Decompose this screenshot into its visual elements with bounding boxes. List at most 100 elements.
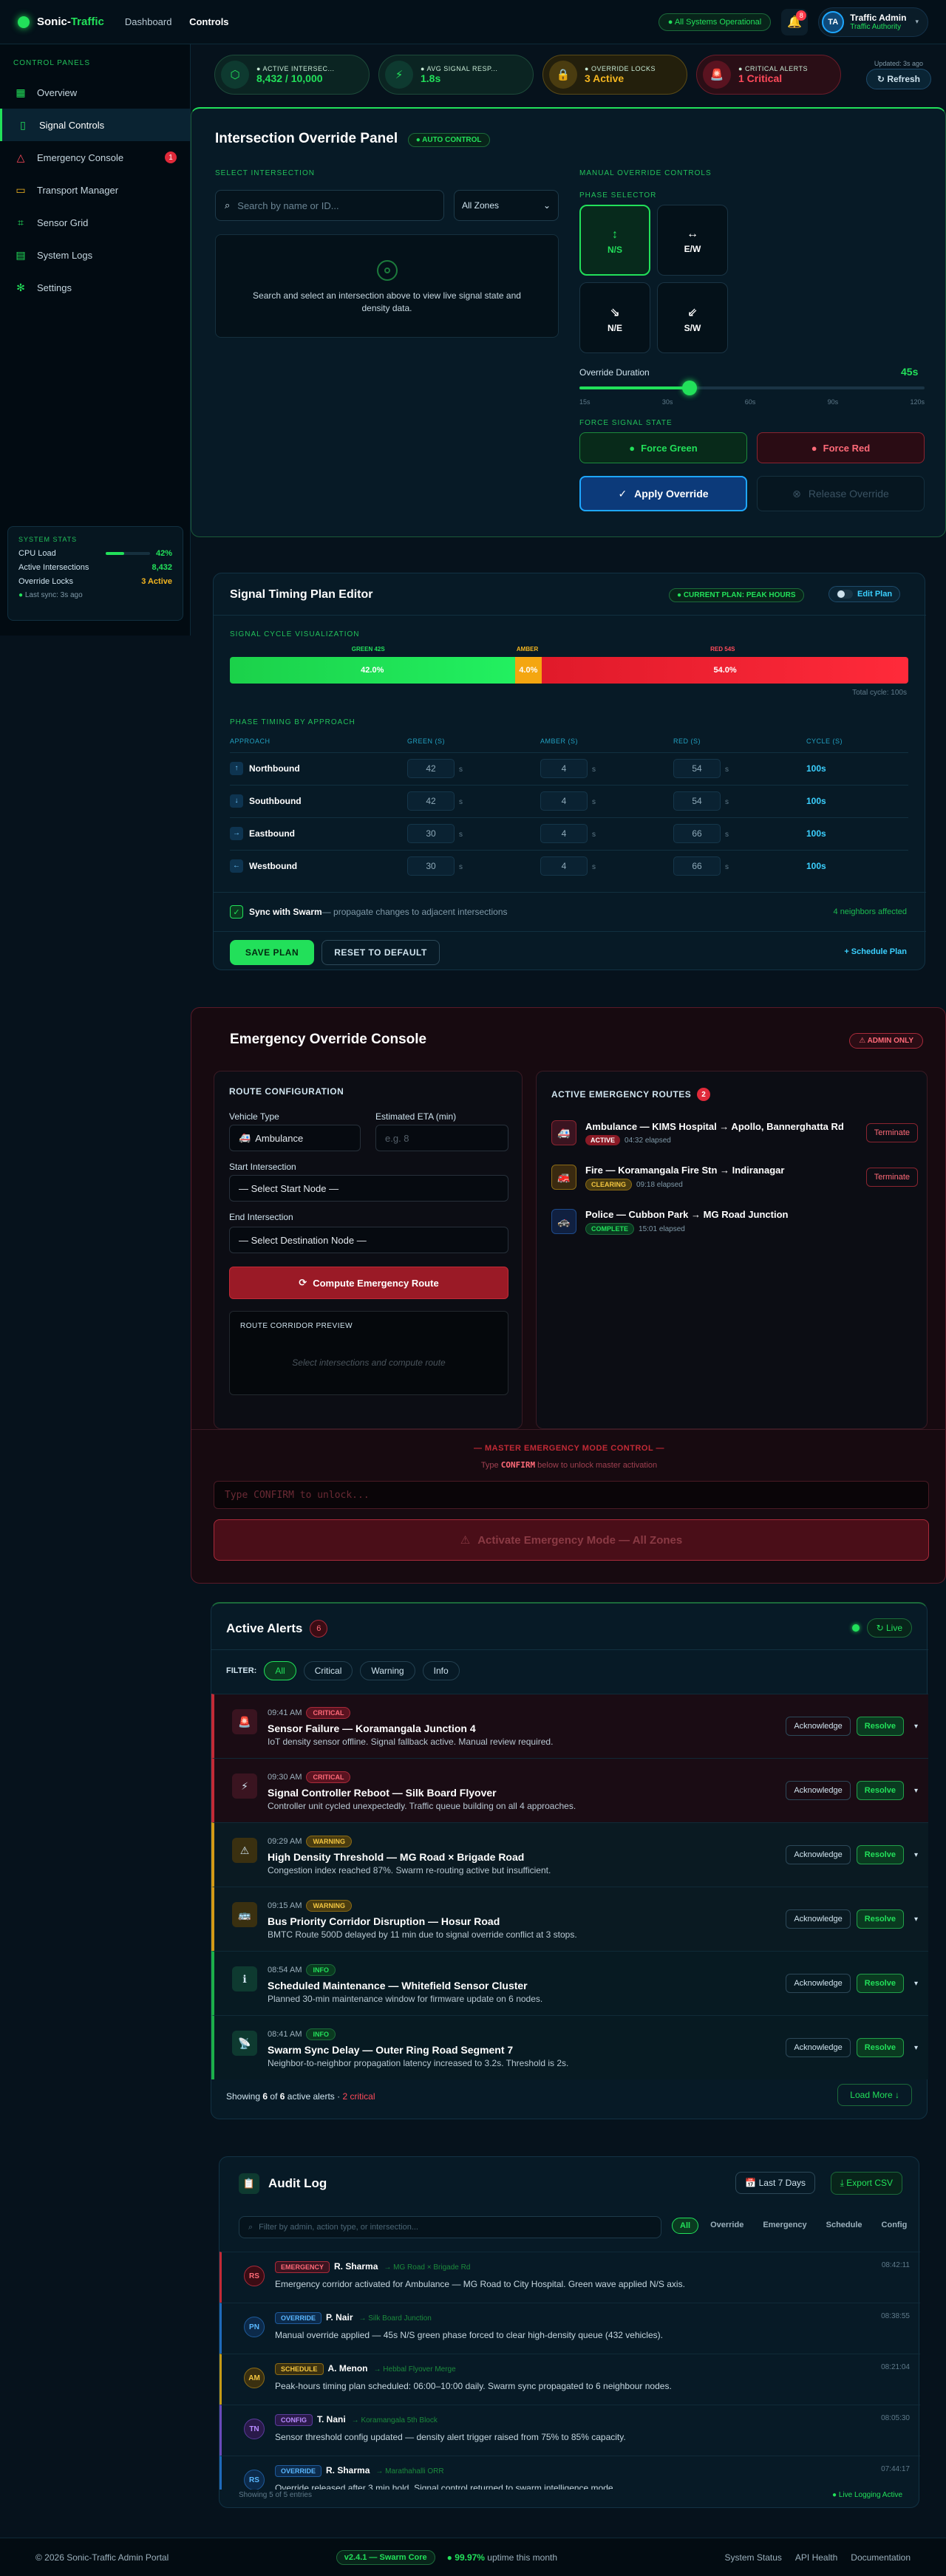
user-menu[interactable]: TA Traffic Admin Traffic Authority ▾ bbox=[818, 7, 928, 37]
chevron-down-icon[interactable]: ▾ bbox=[914, 1915, 918, 1924]
vehicle-type-select[interactable]: 🚑 Ambulance bbox=[229, 1125, 361, 1151]
stat-value: 3 Active bbox=[585, 72, 625, 84]
neighbors-affected: 4 neighbors affected bbox=[833, 907, 907, 916]
terminate-route-button[interactable]: Terminate bbox=[865, 1168, 918, 1187]
stat-override-locks[interactable]: 🔒 ● OVERRIDE LOCKS 3 Active bbox=[542, 55, 687, 95]
brand-name[interactable]: Sonic-Traffic bbox=[37, 16, 104, 28]
filter-warning[interactable]: Warning bbox=[360, 1661, 415, 1680]
filter-critical[interactable]: Critical bbox=[303, 1661, 353, 1680]
start-intersection-select[interactable]: — Select Start Node — bbox=[229, 1175, 508, 1202]
footer-link-documentation[interactable]: Documentation bbox=[851, 2552, 911, 2563]
stat-active-intersections[interactable]: ⬡ ● ACTIVE INTERSEC... 8,432 / 10,000 bbox=[214, 55, 370, 95]
duration-slider[interactable] bbox=[579, 381, 925, 395]
admin-only-badge: ⚠ ADMIN ONLY bbox=[849, 1033, 923, 1049]
force-green-button[interactable]: ● Force Green bbox=[579, 432, 747, 463]
sync-swarm-checkbox[interactable]: ✓ bbox=[230, 905, 243, 919]
acknowledge-button[interactable]: Acknowledge bbox=[786, 1717, 851, 1736]
sidebar-item-sensor-grid[interactable]: ⌗ Sensor Grid bbox=[0, 206, 190, 239]
refresh-button[interactable]: ↻ Refresh bbox=[865, 69, 931, 89]
acknowledge-button[interactable]: Acknowledge bbox=[786, 1974, 851, 1993]
warning-icon: ⚠ bbox=[232, 1838, 257, 1863]
apply-override-button[interactable]: ✓ Apply Override bbox=[579, 476, 747, 511]
timing-row: ↓ Southbound 42 s 4 s 54 s 100s bbox=[230, 785, 908, 816]
notifications-button[interactable]: 🔔 8 bbox=[781, 8, 809, 35]
emergency-route-item: 🚓 Police — Cubbon Park → MG Road Junctio… bbox=[551, 1204, 918, 1238]
audit-type-badge: OVERRIDE bbox=[275, 2465, 322, 2477]
amber-seconds-input[interactable]: 4 bbox=[540, 856, 588, 876]
amber-label: AMBER bbox=[516, 646, 539, 652]
severity-badge: CRITICAL bbox=[306, 1707, 351, 1719]
phase-sw-button[interactable]: ⇙ S/W bbox=[657, 282, 728, 353]
confirm-input[interactable]: Type CONFIRM to unlock... bbox=[214, 1481, 929, 1509]
nav-dashboard[interactable]: Dashboard bbox=[125, 16, 172, 27]
amber-seconds-input[interactable]: 4 bbox=[540, 791, 588, 811]
chevron-down-icon[interactable]: ▾ bbox=[914, 2044, 918, 2052]
audit-user: A. Menon bbox=[327, 2363, 368, 2374]
edit-plan-toggle[interactable]: Edit Plan bbox=[828, 586, 901, 602]
sidebar-item-transport-manager[interactable]: ▭ Transport Manager bbox=[0, 174, 190, 206]
phase-ns-button[interactable]: ↕ N/S bbox=[579, 205, 650, 276]
red-seconds-input[interactable]: 66 bbox=[673, 823, 721, 843]
total-cycle: Total cycle: 100s bbox=[852, 689, 907, 697]
alert-description: Congestion index reached 87%. Swarm re-r… bbox=[268, 1865, 551, 1875]
chevron-down-icon[interactable]: ▾ bbox=[914, 1980, 918, 1988]
green-seconds-input[interactable]: 42 bbox=[407, 758, 455, 778]
red-seconds-input[interactable]: 54 bbox=[673, 758, 721, 778]
red-seconds-input[interactable]: 66 bbox=[673, 856, 721, 876]
acknowledge-button[interactable]: Acknowledge bbox=[786, 1909, 851, 1929]
compute-route-button[interactable]: ⟳ Compute Emergency Route bbox=[229, 1267, 508, 1299]
acknowledge-button[interactable]: Acknowledge bbox=[786, 2038, 851, 2057]
resolve-button[interactable]: Resolve bbox=[856, 1909, 904, 1929]
amber-seconds-input[interactable]: 4 bbox=[540, 823, 588, 843]
red-seconds-input[interactable]: 54 bbox=[673, 791, 721, 811]
green-seconds-input[interactable]: 42 bbox=[407, 791, 455, 811]
phase-ew-button[interactable]: ↔ E/W bbox=[657, 205, 728, 276]
phase-ne-button[interactable]: ⇘ N/E bbox=[579, 282, 650, 353]
sidebar-item-system-logs[interactable]: ▤ System Logs bbox=[0, 239, 190, 271]
chevron-down-icon[interactable]: ▾ bbox=[914, 1851, 918, 1859]
green-seconds-input[interactable]: 30 bbox=[407, 823, 455, 843]
filter-all[interactable]: All bbox=[264, 1661, 296, 1680]
save-plan-button[interactable]: SAVE PLAN bbox=[230, 940, 314, 965]
resolve-button[interactable]: Resolve bbox=[856, 1845, 904, 1864]
green-seconds-input[interactable]: 30 bbox=[407, 856, 455, 876]
cycle-total: 100s bbox=[806, 763, 826, 774]
sidebar-item-emergency-console[interactable]: △ Emergency Console 1 bbox=[0, 141, 190, 174]
sidebar-item-settings[interactable]: ✻ Settings bbox=[0, 271, 190, 304]
schedule-plan-link[interactable]: + Schedule Plan bbox=[844, 947, 907, 956]
activate-emergency-button[interactable]: ⚠ Activate Emergency Mode — All Zones bbox=[214, 1519, 929, 1561]
zone-select[interactable]: All Zones ⌄ bbox=[454, 190, 559, 221]
resolve-button[interactable]: Resolve bbox=[856, 1717, 904, 1736]
amber-seconds-input[interactable]: 4 bbox=[540, 758, 588, 778]
nav-controls[interactable]: Controls bbox=[189, 16, 228, 27]
reset-default-button[interactable]: RESET TO DEFAULT bbox=[321, 940, 440, 965]
footer-link-system-status[interactable]: System Status bbox=[725, 2552, 782, 2563]
stat-critical-alerts[interactable]: 🚨 ● CRITICAL ALERTS 1 Critical bbox=[696, 55, 841, 95]
resolve-button[interactable]: Resolve bbox=[856, 1974, 904, 1993]
end-intersection-select[interactable]: — Select Destination Node — bbox=[229, 1227, 508, 1253]
terminate-route-button[interactable]: Terminate bbox=[865, 1123, 918, 1142]
force-red-button[interactable]: ● Force Red bbox=[757, 432, 925, 463]
live-button[interactable]: ↻ Live bbox=[866, 1618, 912, 1638]
alert-title: High Density Threshold — MG Road × Briga… bbox=[268, 1851, 525, 1863]
filter-info[interactable]: Info bbox=[422, 1661, 460, 1680]
acknowledge-button[interactable]: Acknowledge bbox=[786, 1781, 851, 1800]
sidebar-item-signal-controls[interactable]: ▯ Signal Controls bbox=[0, 109, 190, 141]
resolve-button[interactable]: Resolve bbox=[856, 1781, 904, 1800]
red-segment: 54.0% bbox=[542, 657, 908, 684]
acknowledge-button[interactable]: Acknowledge bbox=[786, 1845, 851, 1864]
alert-description: Controller unit cycled unexpectedly. Tra… bbox=[268, 1801, 576, 1811]
sidebar-item-label: Sensor Grid bbox=[37, 217, 89, 228]
eta-input[interactable]: e.g. 8 bbox=[375, 1125, 508, 1151]
sidebar-item-overview[interactable]: ▦ Overview bbox=[0, 76, 190, 109]
release-override-button[interactable]: ⊗ Release Override bbox=[757, 476, 925, 511]
load-more-button[interactable]: Load More ↓ bbox=[837, 2084, 912, 2106]
audit-time: 08:42:11 bbox=[881, 2261, 910, 2269]
stat-avg-signal[interactable]: ⚡ ● AVG SIGNAL RESP... 1.8s bbox=[378, 55, 534, 95]
chevron-down-icon[interactable]: ▾ bbox=[914, 1723, 918, 1731]
resolve-button[interactable]: Resolve bbox=[856, 2038, 904, 2057]
chevron-down-icon[interactable]: ▾ bbox=[914, 1787, 918, 1795]
intersection-search-input[interactable]: ⌕ Search by name or ID... bbox=[215, 190, 444, 221]
duration-slider-handle[interactable] bbox=[682, 381, 698, 395]
footer-link-api-health[interactable]: API Health bbox=[795, 2552, 837, 2563]
